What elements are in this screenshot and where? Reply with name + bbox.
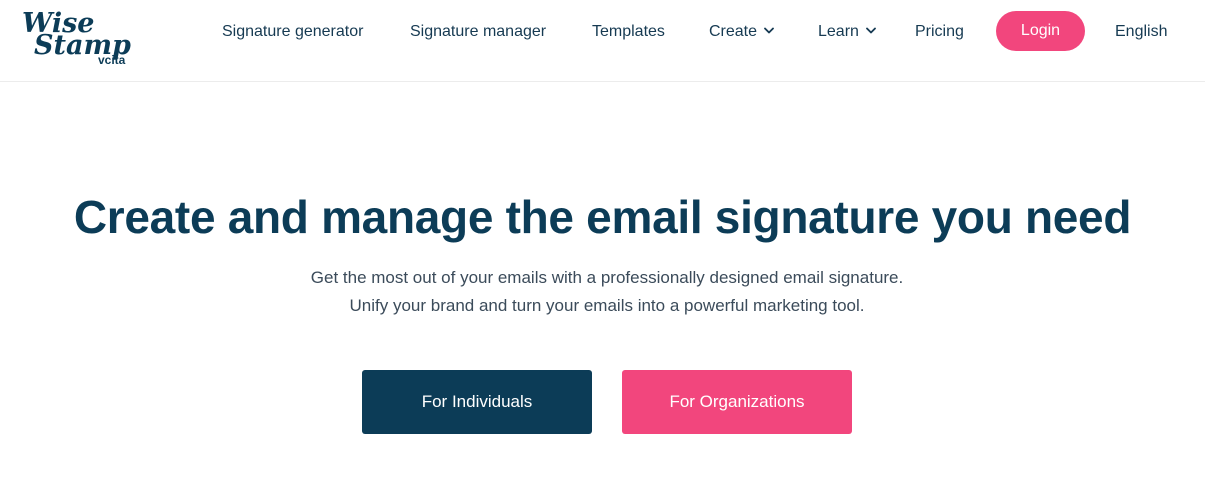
hero-subtitle-line1: Get the most out of your emails with a p…: [310, 268, 904, 287]
wisestamp-logo[interactable]: Wise Stamp vcita: [20, 6, 136, 66]
chevron-down-icon: [866, 27, 876, 34]
chevron-down-icon: [764, 27, 774, 34]
nav-create[interactable]: Create: [709, 21, 774, 43]
nav-signature-generator[interactable]: Signature generator: [222, 21, 363, 43]
for-organizations-button[interactable]: For Organizations: [622, 370, 852, 434]
nav-pricing[interactable]: Pricing: [915, 21, 964, 43]
for-individuals-button[interactable]: For Individuals: [362, 370, 592, 434]
hero-title: Create and manage the email signature yo…: [73, 191, 1132, 243]
logo-vcita: vcita: [98, 53, 126, 66]
language-selector[interactable]: English: [1115, 21, 1167, 43]
nav-learn[interactable]: Learn: [818, 21, 876, 43]
hero-subtitle-line2: Unify your brand and turn your emails in…: [349, 296, 865, 315]
nav-create-label: Create: [709, 23, 758, 40]
nav-signature-manager[interactable]: Signature manager: [410, 21, 546, 43]
nav-templates[interactable]: Templates: [592, 21, 665, 43]
site-header: Wise Stamp vcita Signature generator Sig…: [0, 0, 1205, 82]
nav-learn-label: Learn: [818, 23, 859, 40]
login-button[interactable]: Login: [996, 11, 1085, 51]
